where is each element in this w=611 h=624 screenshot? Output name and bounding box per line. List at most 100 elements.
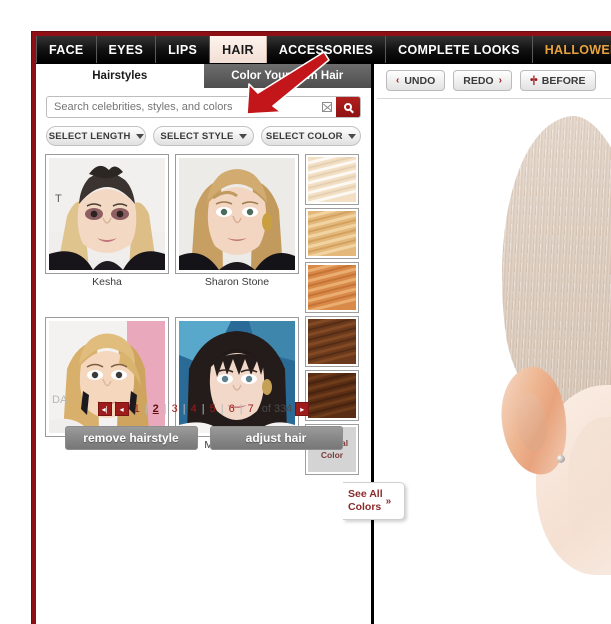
- pagination-page-3[interactable]: 3: [170, 403, 180, 415]
- nav-tab-accessories[interactable]: ACCESSORIES: [266, 36, 387, 63]
- nav-tab-hair[interactable]: HAIR: [210, 36, 267, 63]
- first-page-icon: ◂|: [101, 404, 108, 414]
- undo-label: UNDO: [404, 74, 436, 87]
- pagination-separator: |: [144, 403, 148, 415]
- adjust-hair-label: adjust hair: [245, 431, 307, 445]
- main-body: Hairstyles Color Your Own Hair Search ce…: [36, 64, 611, 624]
- color-swatch-dark-brown[interactable]: [305, 316, 359, 367]
- nav-tab-complete-looks-label: COMPLETE LOOKS: [398, 42, 520, 57]
- subtab-hairstyles-label: Hairstyles: [92, 70, 148, 82]
- filter-select-style-label: SELECT STYLE: [160, 130, 234, 142]
- before-label: BEFORE: [541, 74, 586, 87]
- color-swatch-copper-red[interactable]: [305, 262, 359, 313]
- portrait-kesha: T: [49, 158, 165, 270]
- hairstyle-item[interactable]: Sharon Stone: [175, 154, 299, 312]
- hairstyle-item[interactable]: DA Petra Nemcova: [45, 316, 169, 475]
- adjust-hair-button[interactable]: adjust hair: [209, 426, 343, 450]
- pagination-page-5[interactable]: 5: [208, 403, 218, 415]
- hairstyle-name: Sharon Stone: [204, 276, 270, 288]
- nav-tab-accessories-label: ACCESSORIES: [278, 42, 374, 57]
- nav-tab-halloween-label: HALLOWEEN: [544, 42, 611, 57]
- main-navigation-bar: FACE EYES LIPS HAIR ACCESSORIES COMPLETE…: [36, 36, 611, 64]
- color-swatch-golden-blonde[interactable]: [305, 208, 359, 259]
- nav-tab-eyes[interactable]: EYES: [96, 36, 157, 63]
- nav-tab-face[interactable]: FACE: [36, 36, 97, 63]
- editor-toolbar: ‹ UNDO REDO › •|• BEFORE: [377, 70, 596, 91]
- nav-tab-eyes-label: EYES: [108, 42, 144, 57]
- nav-tab-halloween[interactable]: HALLOWEEN: [532, 36, 611, 63]
- original-color-line2: Color: [320, 449, 344, 460]
- chevron-right-icon: ›: [498, 75, 502, 86]
- swatch-texture-icon: [308, 319, 356, 364]
- redo-button[interactable]: REDO ›: [453, 70, 512, 91]
- hairstyle-thumbnail-image[interactable]: [175, 316, 299, 437]
- nav-tab-lips[interactable]: LIPS: [156, 36, 211, 63]
- chevron-down-icon: [347, 133, 356, 139]
- subtab-color-your-own-hair-label: Color Your Own Hair: [231, 70, 344, 82]
- swatch-texture-icon: [308, 211, 356, 256]
- pagination-page-1[interactable]: 1: [132, 403, 142, 415]
- chevron-left-icon: ◂: [119, 404, 124, 414]
- pagination-prev-button[interactable]: ◂: [114, 402, 129, 416]
- see-all-colors-line1: See All: [348, 488, 383, 500]
- pagination-page-7[interactable]: 7: [246, 403, 256, 415]
- subtab-color-your-own-hair[interactable]: Color Your Own Hair: [203, 64, 371, 88]
- filter-select-color-label: SELECT COLOR: [265, 130, 343, 142]
- chevron-double-right-icon: »: [385, 495, 392, 507]
- hairstyle-thumbnail-image[interactable]: [175, 154, 299, 274]
- model-photo: [480, 108, 611, 575]
- subtab-hairstyles[interactable]: Hairstyles: [36, 64, 204, 88]
- pagination-page-2[interactable]: 2: [151, 403, 161, 415]
- pagination-page-4[interactable]: 4: [189, 403, 199, 415]
- pagination-separator: |: [163, 403, 167, 415]
- search-input[interactable]: [47, 97, 318, 117]
- hair-browser-panel: Hairstyles Color Your Own Hair Search ce…: [36, 64, 374, 624]
- search-submit-button[interactable]: [336, 97, 360, 117]
- filter-select-style[interactable]: SELECT STYLE: [153, 126, 254, 146]
- pagination-next-button[interactable]: ▸: [295, 402, 310, 416]
- nav-tab-complete-looks[interactable]: COMPLETE LOOKS: [386, 36, 533, 63]
- portrait-sharon-stone: [179, 158, 295, 270]
- chevron-down-icon: [238, 133, 247, 139]
- remove-hairstyle-button[interactable]: remove hairstyle: [64, 426, 198, 450]
- hairstyle-item[interactable]: T Kesha: [45, 154, 169, 312]
- hairstyle-name: Kesha: [92, 276, 122, 288]
- application-content: FACE EYES LIPS HAIR ACCESSORIES COMPLETE…: [36, 36, 611, 624]
- before-button[interactable]: •|• BEFORE: [519, 70, 596, 91]
- hairstyle-thumbnail-image[interactable]: DA: [45, 316, 169, 437]
- see-all-colors-line2: Colors: [348, 501, 382, 514]
- swatch-texture-icon: [308, 265, 356, 310]
- before-after-icon: •|•: [529, 75, 538, 86]
- color-swatch-light-blonde[interactable]: [305, 154, 359, 205]
- model-ear-inner: [511, 391, 552, 454]
- pagination-separator: |: [201, 403, 205, 415]
- chevron-right-icon: ▸: [300, 404, 305, 414]
- pagination: ◂| ◂ 1 | 2 | 3 | 4 | 5 | 6 | 7 of 334 ▸: [36, 402, 371, 416]
- hairstyle-thumbnail-image[interactable]: T: [45, 154, 169, 274]
- filter-select-length[interactable]: SELECT LENGTH: [46, 126, 147, 146]
- nav-tab-lips-label: LIPS: [168, 42, 198, 57]
- pagination-first-button[interactable]: ◂|: [97, 402, 112, 416]
- chevron-left-icon: ‹: [396, 75, 400, 86]
- see-all-colors-button[interactable]: See All Colors »: [343, 482, 405, 521]
- filter-select-color[interactable]: SELECT COLOR: [260, 126, 361, 146]
- application-window: FACE EYES LIPS HAIR ACCESSORIES COMPLETE…: [31, 31, 611, 624]
- search-icon: [344, 103, 352, 111]
- search-bar: [46, 96, 361, 118]
- undo-button[interactable]: ‹ UNDO: [386, 70, 446, 91]
- chevron-down-icon: [135, 133, 144, 139]
- filter-row: SELECT LENGTH SELECT STYLE SELECT COLOR: [46, 126, 361, 146]
- panel-subtabs: Hairstyles Color Your Own Hair: [36, 64, 371, 88]
- pagination-separator: |: [220, 403, 224, 415]
- pagination-total-label: of 334: [261, 403, 293, 415]
- redo-label: REDO: [463, 74, 494, 87]
- remove-hairstyle-label: remove hairstyle: [83, 431, 179, 445]
- clear-search-icon[interactable]: [318, 97, 336, 117]
- model-preview-canvas[interactable]: [377, 99, 611, 624]
- action-button-row: remove hairstyle adjust hair: [36, 426, 371, 450]
- filter-select-length-label: SELECT LENGTH: [48, 130, 131, 142]
- pagination-separator: |: [182, 403, 186, 415]
- hairstyle-item[interactable]: Milla Jovovich: [175, 316, 299, 475]
- pagination-page-6[interactable]: 6: [227, 403, 237, 415]
- nav-tab-hair-label: HAIR: [222, 42, 254, 57]
